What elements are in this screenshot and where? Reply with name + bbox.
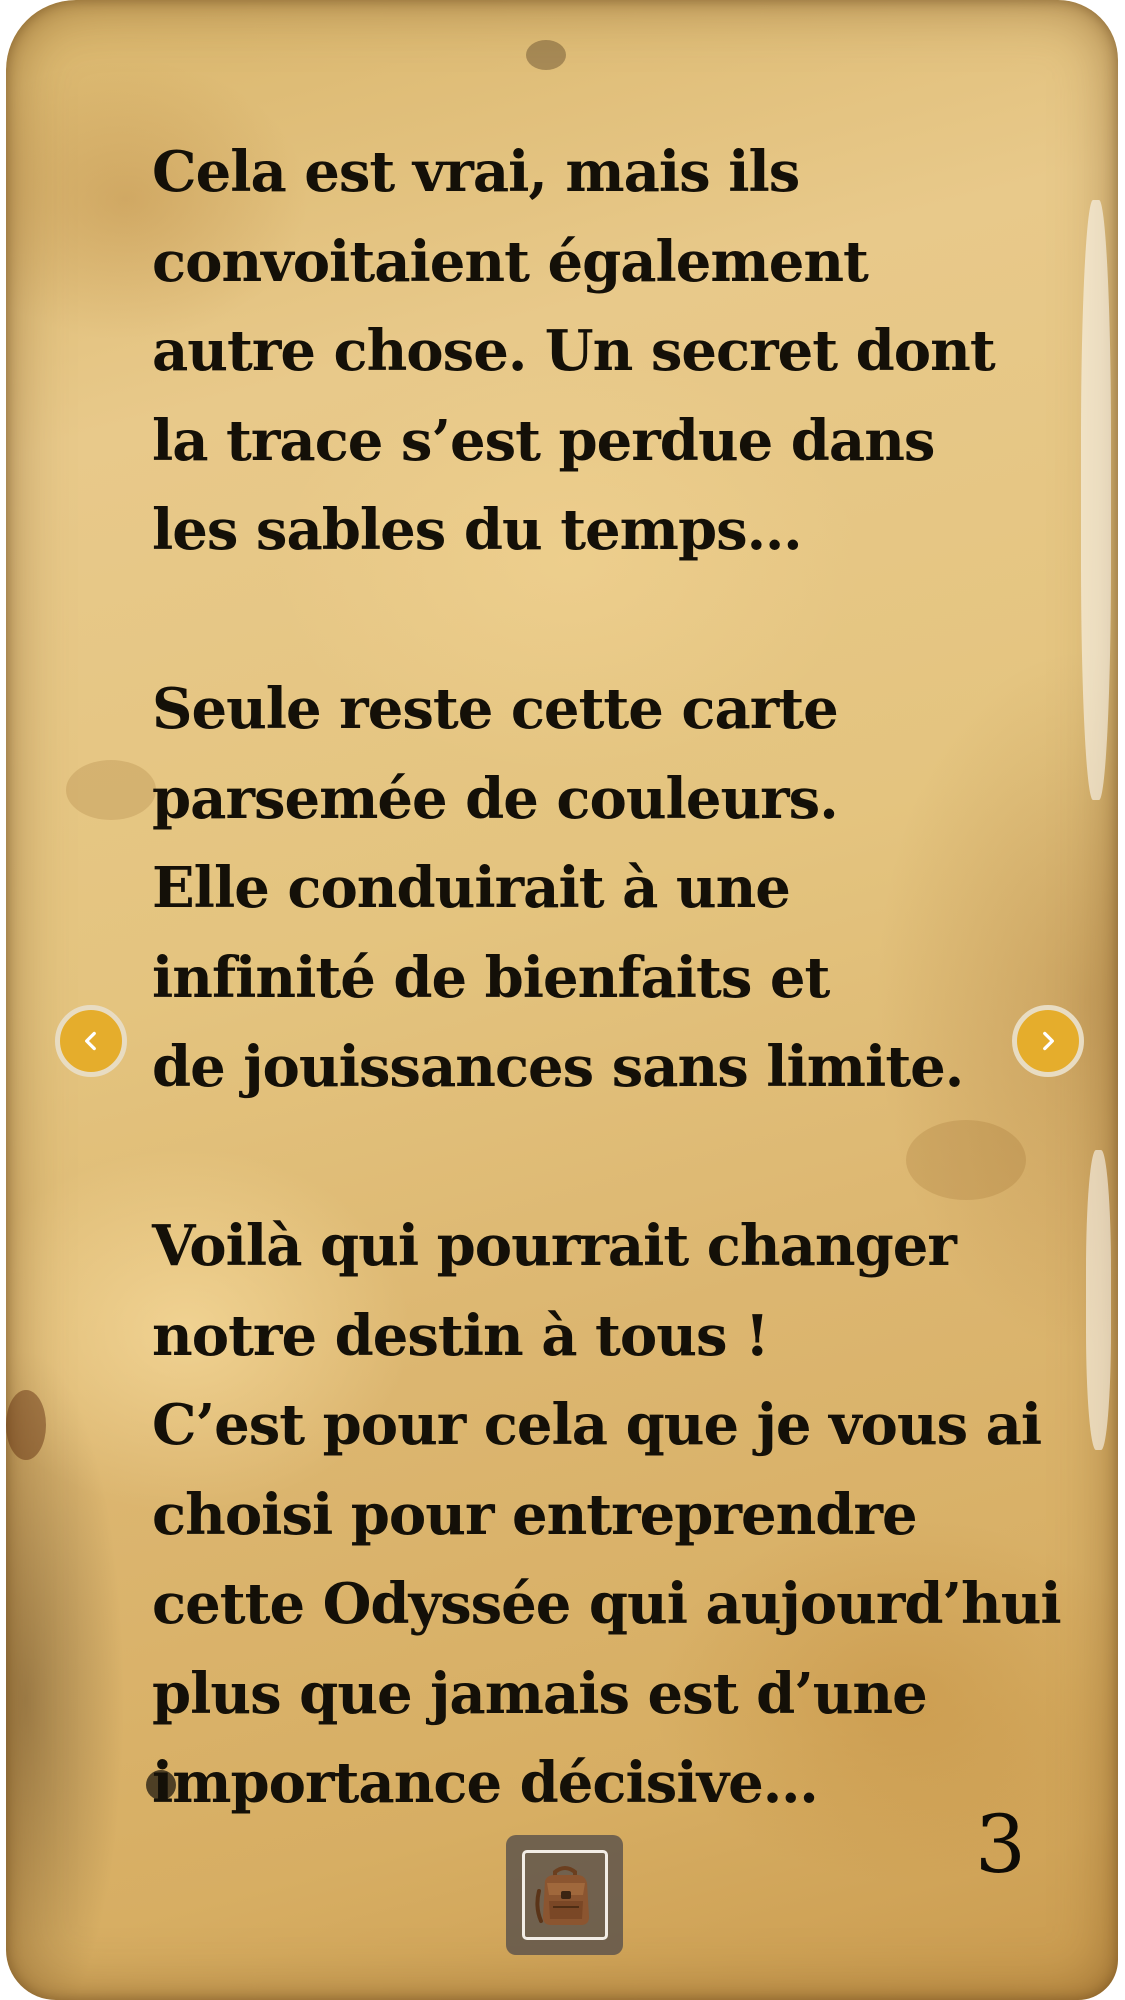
inventory-button[interactable]: [506, 1835, 623, 1955]
next-page-button[interactable]: [1012, 1005, 1084, 1077]
parchment-edge-wear: [1086, 1150, 1111, 1450]
story-line: Voilà qui pourrait changer: [152, 1213, 957, 1279]
parchment-stain: [66, 760, 156, 820]
story-line: parsemée de couleurs.: [152, 765, 839, 832]
story-line: de jouissances sans limite.: [152, 1034, 964, 1100]
chevron-left-icon: [85, 1031, 96, 1051]
parchment-stain: [6, 1390, 46, 1460]
story-line: notre destin à tous !: [152, 1302, 770, 1369]
previous-page-button[interactable]: [55, 1005, 127, 1077]
story-line: Cela est vrai, mais ils: [152, 139, 800, 205]
backpack-icon: [534, 1866, 589, 1925]
story-line: importance décisive…: [152, 1750, 819, 1816]
story-paragraph-1: Cela est vrai, mais ils convoitaient éga…: [152, 128, 1082, 576]
story-line: cette Odyssée qui aujourd’hui: [152, 1571, 1062, 1637]
story-paragraph-3: Voilà qui pourrait changer notre destin …: [152, 1202, 1082, 1829]
story-line: autre chose. Un secret dont: [152, 318, 996, 384]
story-line: les sables du temps…: [152, 497, 803, 563]
story-line: infinité de bienfaits et: [152, 944, 830, 1011]
story-text: Cela est vrai, mais ils convoitaient éga…: [152, 128, 1082, 1829]
story-line: plus que jamais est d’une: [152, 1660, 928, 1727]
story-line: convoitaient également: [152, 228, 869, 295]
story-line: C’est pour cela que je vous ai: [152, 1392, 1042, 1458]
page-number: 3: [975, 1798, 1026, 1891]
story-page: Cela est vrai, mais ils convoitaient éga…: [0, 0, 1125, 2000]
story-line: la trace s’est perdue dans: [152, 407, 935, 474]
chevron-right-icon: [1043, 1031, 1054, 1051]
story-paragraph-2: Seule reste cette carte parsemée de coul…: [152, 665, 1082, 1113]
parchment-stain: [526, 40, 566, 70]
story-line: Seule reste cette carte: [152, 676, 839, 742]
story-line: choisi pour entreprendre: [152, 1481, 918, 1548]
parchment-edge-wear: [1081, 200, 1111, 800]
story-line: Elle conduirait à une: [152, 855, 791, 921]
inventory-frame: [521, 1850, 608, 1940]
